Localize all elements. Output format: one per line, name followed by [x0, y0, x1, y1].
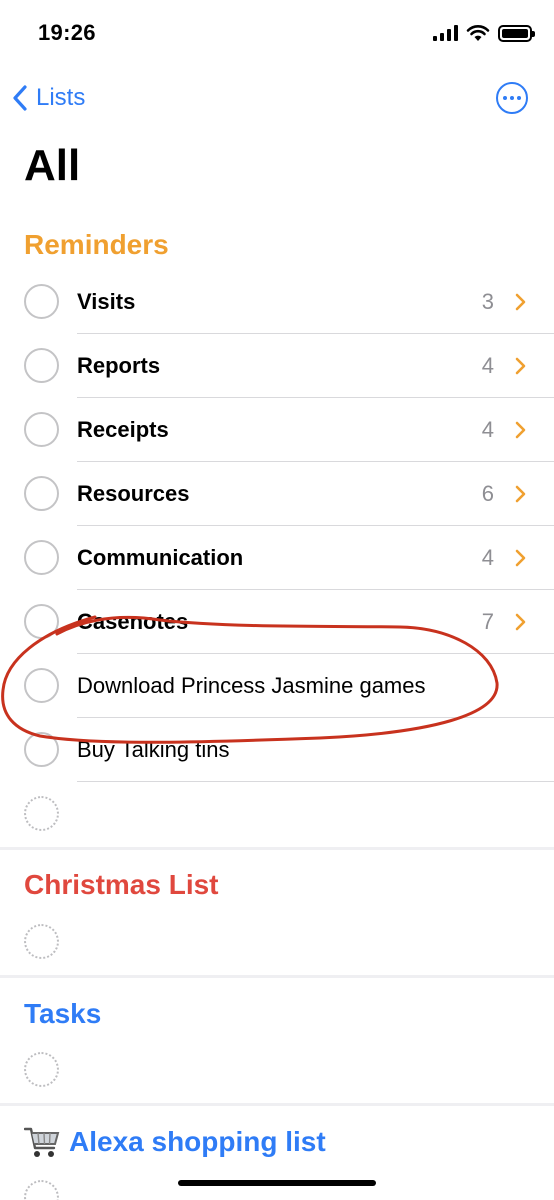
list-item-count: 3	[481, 289, 494, 314]
list-item-resources[interactable]: Resources 6	[0, 462, 554, 526]
section-title-reminders: Reminders	[24, 229, 169, 260]
chevron-right-icon	[515, 613, 526, 631]
ellipsis-dot	[517, 96, 521, 100]
back-button-label: Lists	[36, 84, 86, 111]
list-item-count: 4	[481, 545, 494, 570]
new-reminder-checkbox[interactable]	[24, 924, 59, 959]
cellular-signal-icon	[433, 25, 458, 41]
list-item-count: 7	[481, 609, 494, 634]
list-item-count: 4	[481, 417, 494, 442]
section-separator	[0, 975, 554, 978]
ellipsis-dot	[510, 96, 514, 100]
checkbox[interactable]	[24, 668, 59, 703]
list-item-label: Reports	[77, 353, 161, 378]
list-item-receipts[interactable]: Receipts 4	[0, 398, 554, 462]
checkbox[interactable]	[24, 284, 59, 319]
more-options-button[interactable]	[496, 82, 528, 114]
list-item-casenotes[interactable]: Casenotes 7	[0, 590, 554, 654]
new-reminder-checkbox[interactable]	[24, 1180, 59, 1200]
chevron-left-icon	[13, 85, 27, 111]
home-indicator[interactable]	[178, 1180, 376, 1186]
new-reminder-row[interactable]	[0, 910, 554, 974]
list-item-label: Buy Talking tins	[77, 737, 230, 762]
section-separator	[0, 847, 554, 850]
list-item-buy-talking-tins[interactable]: Buy Talking tins	[0, 718, 554, 782]
back-button[interactable]: Lists	[12, 80, 85, 116]
checkbox[interactable]	[24, 540, 59, 575]
new-reminder-row[interactable]	[0, 782, 554, 846]
ellipsis-dot	[503, 96, 507, 100]
new-reminder-checkbox[interactable]	[24, 796, 59, 831]
list-item-count: 4	[481, 353, 494, 378]
list-item-communication[interactable]: Communication 4	[0, 526, 554, 590]
checkbox[interactable]	[24, 348, 59, 383]
chevron-right-icon	[515, 421, 526, 439]
section-title-christmas-list: Christmas List	[24, 869, 219, 900]
list-item-label: Casenotes	[77, 609, 189, 634]
list-item-label: Download Princess Jasmine games	[77, 673, 426, 698]
list-item-label: Resources	[77, 481, 190, 506]
battery-icon	[498, 24, 535, 42]
section-separator	[0, 1103, 554, 1106]
status-bar: 19:26	[0, 0, 554, 66]
list-item-label: Visits	[77, 289, 136, 314]
wifi-icon	[466, 25, 490, 41]
list-item-count: 6	[481, 481, 494, 506]
section-title-tasks: Tasks	[24, 998, 102, 1029]
new-reminder-checkbox[interactable]	[24, 1052, 59, 1087]
list-item-reports[interactable]: Reports 4	[0, 334, 554, 398]
list-item-download-princess-jasmine-games[interactable]: Download Princess Jasmine games	[0, 654, 554, 718]
new-reminder-row[interactable]	[0, 1038, 554, 1102]
chevron-right-icon	[515, 549, 526, 567]
chevron-right-icon	[515, 485, 526, 503]
shopping-cart-icon	[24, 1127, 60, 1157]
list-item-label: Communication	[77, 545, 244, 570]
checkbox[interactable]	[24, 412, 59, 447]
page-title: All	[24, 141, 81, 190]
status-icons	[433, 24, 535, 42]
checkbox[interactable]	[24, 732, 59, 767]
checkbox[interactable]	[24, 604, 59, 639]
list-item-label: Receipts	[77, 417, 169, 442]
list-item-visits[interactable]: Visits 3	[0, 270, 554, 334]
section-title-alexa-shopping-list: Alexa shopping list	[69, 1126, 326, 1157]
checkbox[interactable]	[24, 476, 59, 511]
status-time: 19:26	[38, 20, 96, 45]
chevron-right-icon	[515, 357, 526, 375]
chevron-right-icon	[515, 293, 526, 311]
